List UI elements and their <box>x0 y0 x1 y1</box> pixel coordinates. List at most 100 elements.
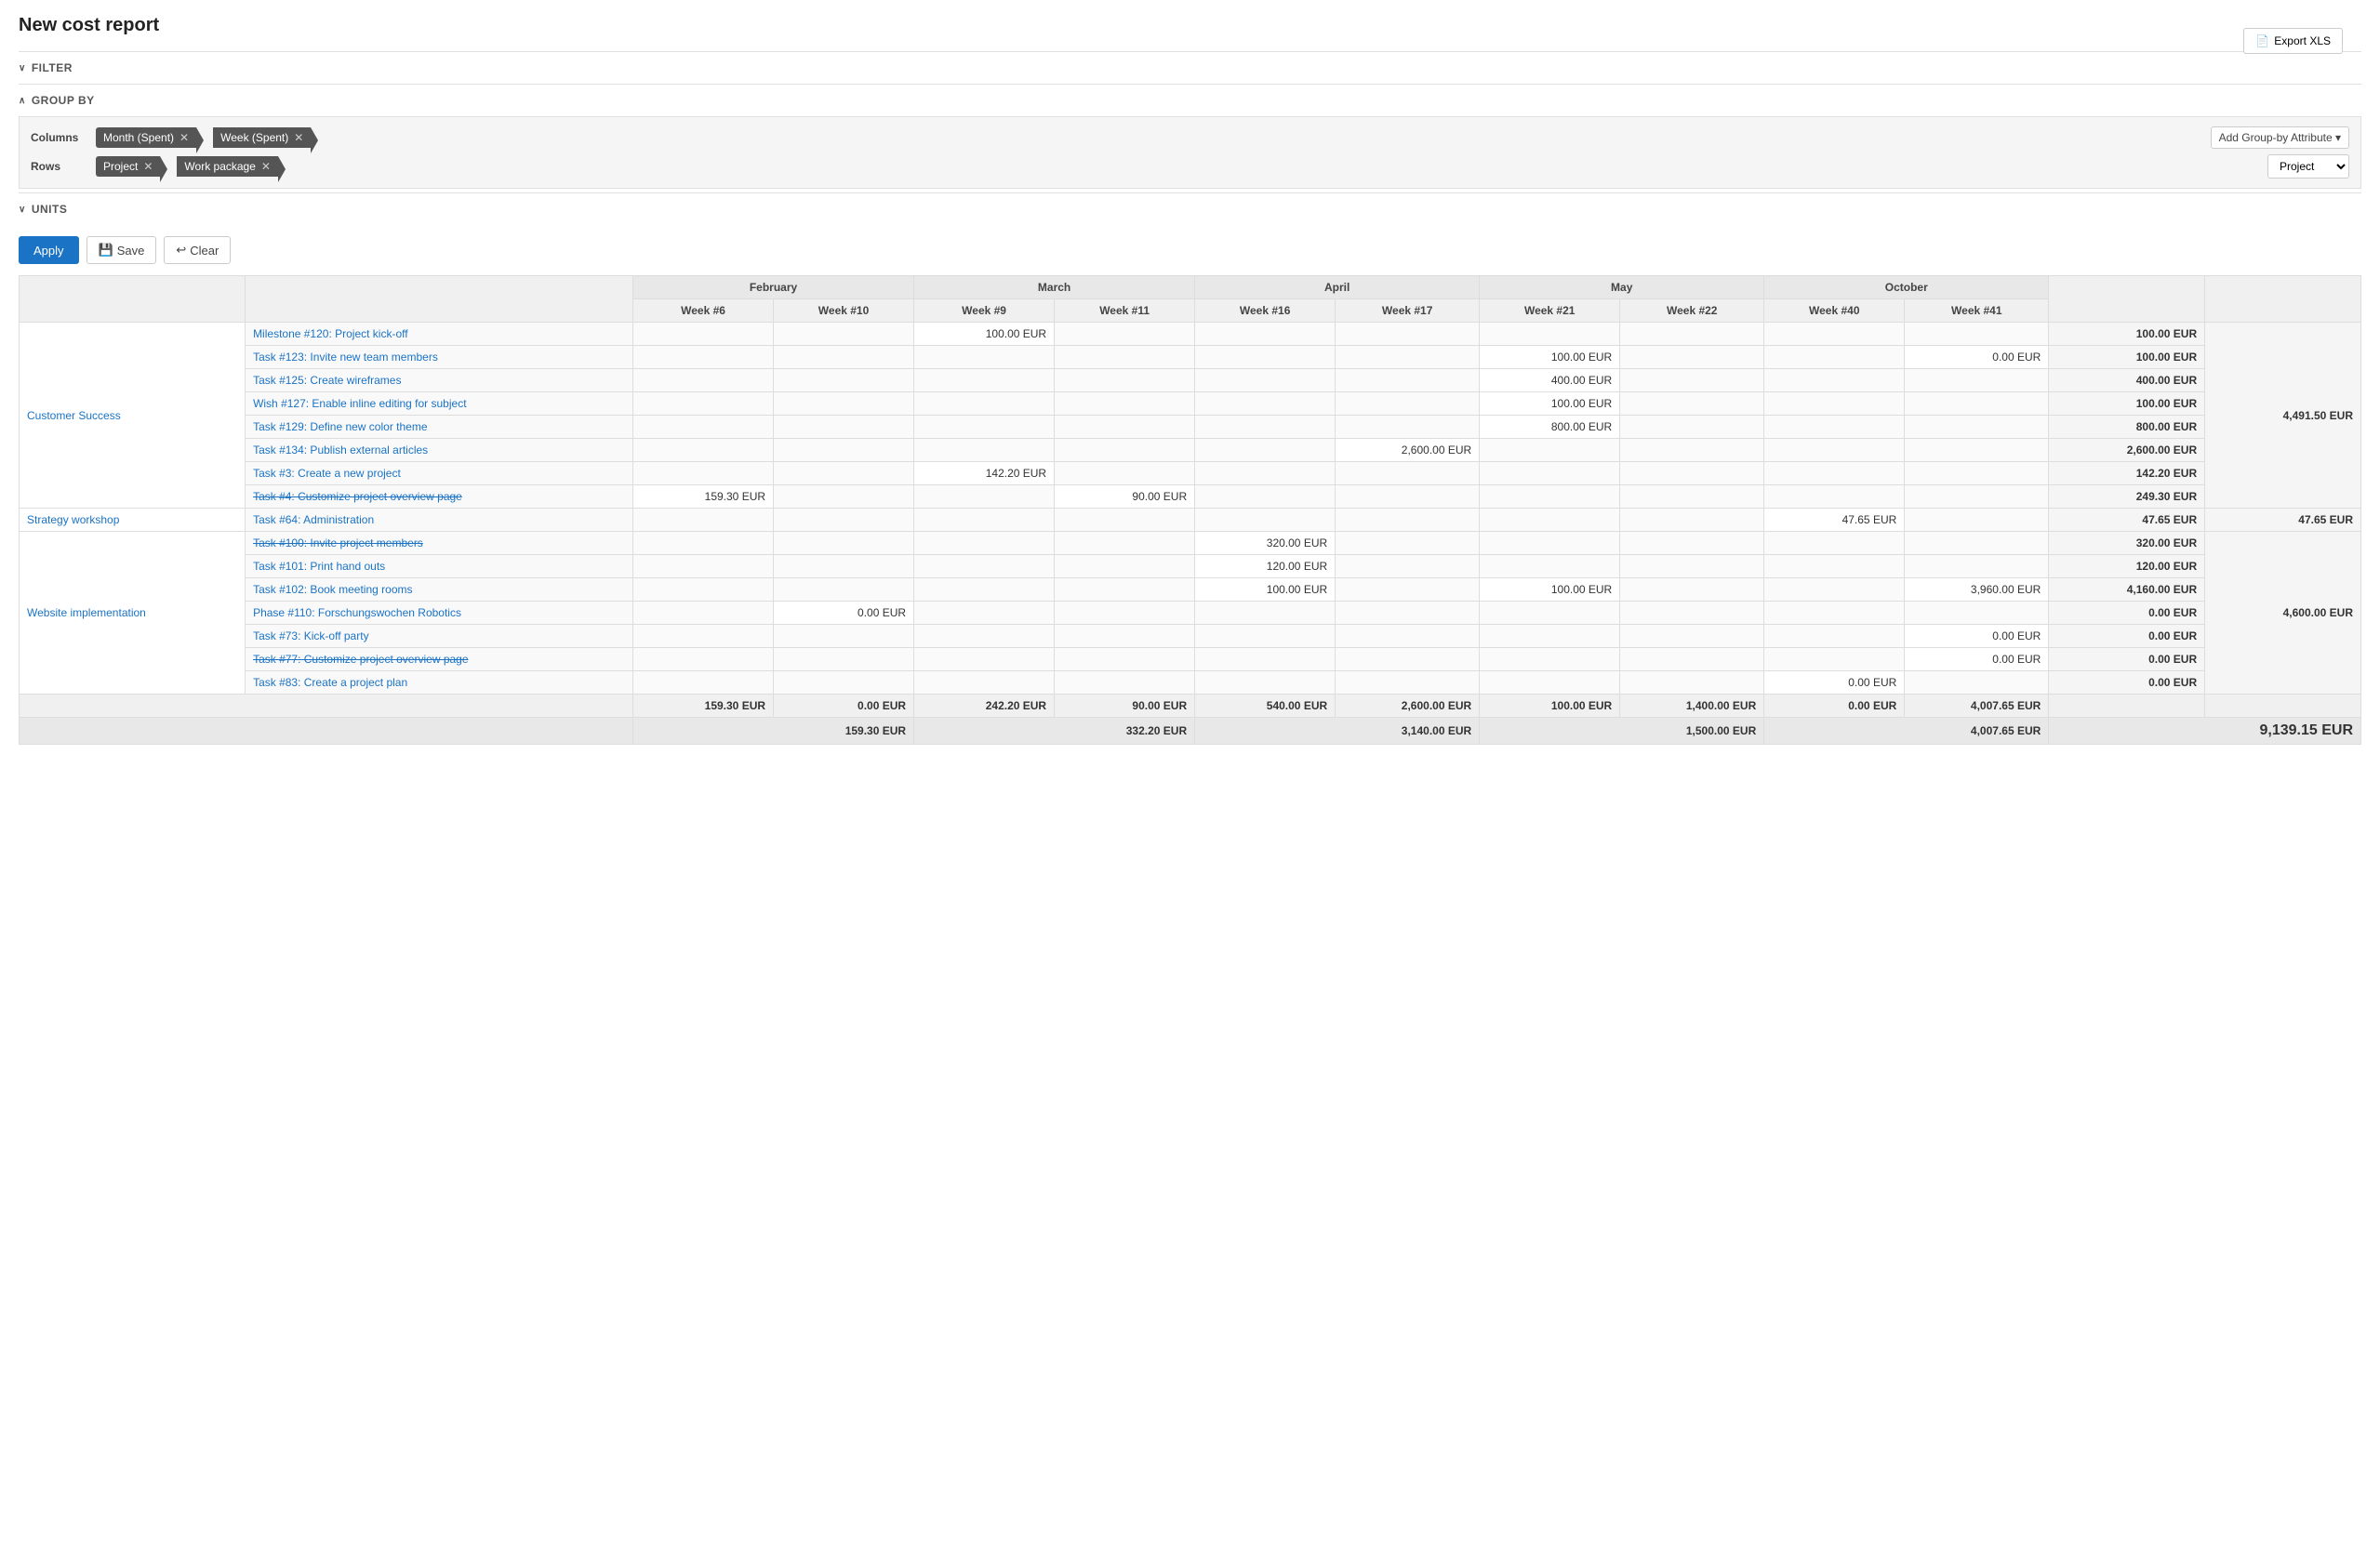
summary-row-2: 159.30 EUR332.20 EUR3,140.00 EUR1,500.00… <box>20 718 2361 745</box>
week-amount-cell <box>1905 485 2049 509</box>
week-amount-cell <box>1764 392 1905 416</box>
tag-work-package[interactable]: Work package ✕ <box>177 156 278 177</box>
week-amount-cell <box>1620 439 1764 462</box>
week-amount-cell <box>914 578 1055 602</box>
summary-week-cell: 90.00 EUR <box>1055 695 1195 718</box>
task-cell[interactable]: Task #100: Invite project members <box>246 532 633 555</box>
task-cell[interactable]: Task #64: Administration <box>246 509 633 532</box>
week-amount-cell <box>774 532 914 555</box>
project-total-cell: 47.65 EUR <box>2205 509 2361 532</box>
week-amount-cell <box>1480 555 1620 578</box>
task-cell[interactable]: Task #4: Customize project overview page <box>246 485 633 509</box>
table-row: Task #102: Book meeting rooms100.00 EUR1… <box>20 578 2361 602</box>
week-amount-cell <box>1336 346 1480 369</box>
week-amount-cell <box>774 462 914 485</box>
week-amount-cell <box>1764 602 1905 625</box>
row-total-cell: 47.65 EUR <box>2049 509 2205 532</box>
filter-section-header[interactable]: ∨ FILTER <box>19 51 2361 84</box>
task-cell[interactable]: Wish #127: Enable inline editing for sub… <box>246 392 633 416</box>
week-amount-cell <box>1764 323 1905 346</box>
week21-header: Week #21 <box>1480 299 1620 323</box>
table-row: Task #123: Invite new team members100.00… <box>20 346 2361 369</box>
units-section-header[interactable]: ∨ UNITS <box>19 192 2361 225</box>
group-by-section-header[interactable]: ∧ GROUP BY <box>19 84 2361 116</box>
task-cell[interactable]: Task #123: Invite new team members <box>246 346 633 369</box>
week-amount-cell <box>633 369 774 392</box>
week-amount-cell <box>1620 346 1764 369</box>
week-amount-cell <box>1764 485 1905 509</box>
tag-week-spent-remove[interactable]: ✕ <box>294 131 303 144</box>
week-amount-cell <box>914 602 1055 625</box>
week-amount-cell: 2,600.00 EUR <box>1336 439 1480 462</box>
col-project-header <box>20 276 246 323</box>
week-amount-cell <box>1195 625 1336 648</box>
export-xls-button[interactable]: 📄 Export XLS <box>2243 28 2343 54</box>
week-amount-cell <box>774 578 914 602</box>
week-amount-cell <box>1905 532 2049 555</box>
week-amount-cell <box>1195 602 1336 625</box>
task-cell[interactable]: Task #77: Customize project overview pag… <box>246 648 633 671</box>
task-cell[interactable]: Task #134: Publish external articles <box>246 439 633 462</box>
week-amount-cell <box>774 323 914 346</box>
week-amount-cell <box>633 532 774 555</box>
week-amount-cell <box>633 416 774 439</box>
week-amount-cell: 90.00 EUR <box>1055 485 1195 509</box>
columns-label: Columns <box>31 131 96 144</box>
week-amount-cell <box>1620 671 1764 695</box>
tag-project-remove[interactable]: ✕ <box>143 160 153 173</box>
week-amount-cell <box>1195 346 1336 369</box>
week-amount-cell <box>1480 323 1620 346</box>
week-amount-cell: 142.20 EUR <box>914 462 1055 485</box>
tag-work-package-remove[interactable]: ✕ <box>261 160 271 173</box>
save-button[interactable]: 💾 Save <box>86 236 157 264</box>
month-total-cell: 3,140.00 EUR <box>1195 718 1480 745</box>
units-arrow: ∨ <box>19 205 26 215</box>
col-task-header <box>246 276 633 323</box>
table-row: Task #73: Kick-off party0.00 EUR0.00 EUR <box>20 625 2361 648</box>
summary-week-cell: 2,600.00 EUR <box>1336 695 1480 718</box>
month-total-cell: 4,007.65 EUR <box>1764 718 2049 745</box>
week-amount-cell <box>914 392 1055 416</box>
week-amount-cell <box>774 555 914 578</box>
task-cell[interactable]: Milestone #120: Project kick-off <box>246 323 633 346</box>
tag-project[interactable]: Project ✕ <box>96 156 160 177</box>
task-cell[interactable]: Task #83: Create a project plan <box>246 671 633 695</box>
week-amount-cell <box>1055 439 1195 462</box>
week-amount-cell <box>1905 369 2049 392</box>
week-amount-cell <box>1620 509 1764 532</box>
table-row: Task #134: Publish external articles 2,60… <box>20 439 2361 462</box>
add-group-by-attr-button[interactable]: Add Group-by Attribute ▾ <box>2211 126 2349 149</box>
week-amount-cell <box>1905 392 2049 416</box>
week-amount-cell <box>1905 602 2049 625</box>
action-buttons: Apply 💾 Save ↩ Clear <box>19 236 2361 264</box>
month-header-row: February March April May October <box>20 276 2361 299</box>
task-cell[interactable]: Task #102: Book meeting rooms <box>246 578 633 602</box>
columns-tags: Month (Spent) ✕ Week (Spent) ✕ <box>96 127 311 148</box>
week-amount-cell <box>633 578 774 602</box>
task-cell[interactable]: Task #129: Define new color theme <box>246 416 633 439</box>
tag-project-label: Project <box>103 160 138 173</box>
tag-month-spent-remove[interactable]: ✕ <box>179 131 189 144</box>
week-amount-cell: 100.00 EUR <box>1195 578 1336 602</box>
project-total-cell: 4,600.00 EUR <box>2205 532 2361 695</box>
clear-button[interactable]: ↩ Clear <box>164 236 231 264</box>
task-cell[interactable]: Task #73: Kick-off party <box>246 625 633 648</box>
task-cell[interactable]: Phase #110: Forschungswochen Robotics <box>246 602 633 625</box>
tag-week-spent[interactable]: Week (Spent) ✕ <box>213 127 311 148</box>
week-amount-cell <box>774 625 914 648</box>
week-amount-cell <box>1905 509 2049 532</box>
apply-button[interactable]: Apply <box>19 236 79 264</box>
week-amount-cell <box>1055 462 1195 485</box>
clear-icon: ↩ <box>176 243 186 258</box>
week-amount-cell <box>1055 671 1195 695</box>
row-total-cell: 100.00 EUR <box>2049 392 2205 416</box>
row-total-cell: 120.00 EUR <box>2049 555 2205 578</box>
week22-header: Week #22 <box>1620 299 1764 323</box>
week-amount-cell <box>774 346 914 369</box>
task-cell[interactable]: Task #3: Create a new project <box>246 462 633 485</box>
task-cell[interactable]: Task #101: Print hand outs <box>246 555 633 578</box>
project-select[interactable]: Project <box>2267 154 2349 179</box>
week-amount-cell <box>774 439 914 462</box>
task-cell[interactable]: Task #125: Create wireframes <box>246 369 633 392</box>
tag-month-spent[interactable]: Month (Spent) ✕ <box>96 127 196 148</box>
